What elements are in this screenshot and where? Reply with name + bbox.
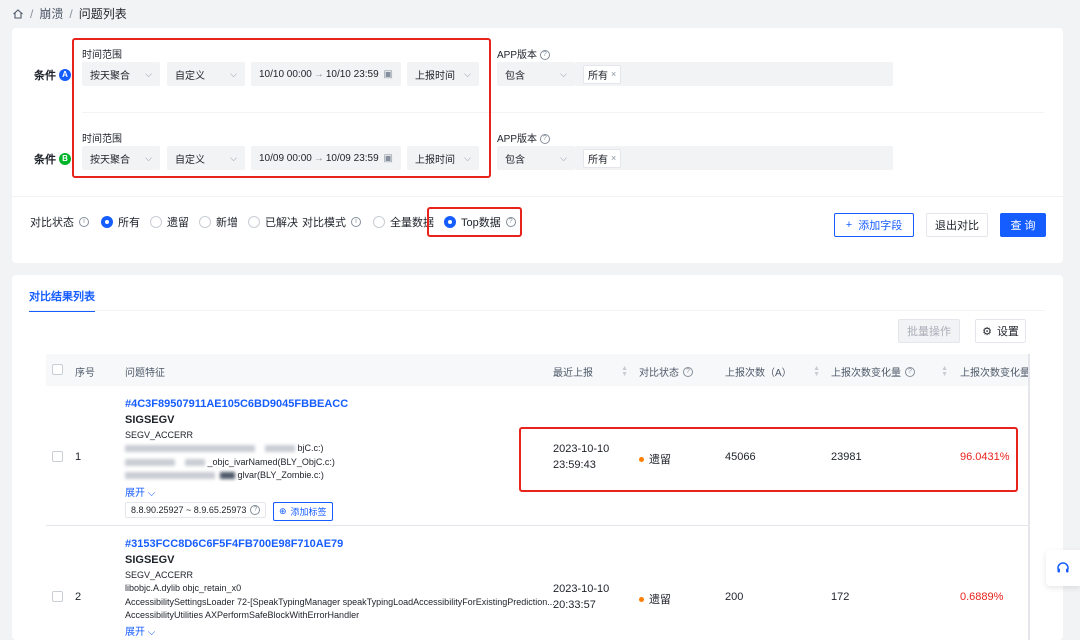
row-index: 1: [75, 451, 82, 463]
sort-icon[interactable]: ▲ ▼: [813, 365, 820, 378]
divider: [12, 196, 1063, 197]
include-select-b[interactable]: 包含 ⌵: [497, 146, 575, 170]
col-count-delta[interactable]: 上报次数变化量? ▲ ▼: [831, 364, 948, 380]
highlight-box-time-range: [72, 38, 491, 178]
radio-legacy[interactable]: 遗留: [150, 214, 189, 230]
issue-hash-link[interactable]: #3153FCC8D6C6F5F4FB700E98F710AE79: [125, 538, 343, 550]
last-report-date: 2023-10-10: [553, 583, 610, 595]
help-icon[interactable]: ?: [905, 366, 915, 377]
plus-icon: +: [845, 219, 853, 231]
exit-compare-button[interactable]: 退出对比: [926, 213, 988, 237]
support-float-button[interactable]: [1046, 550, 1080, 586]
batch-action-button[interactable]: 批量操作: [898, 319, 960, 343]
gear-icon: ⚙: [982, 325, 992, 338]
info-icon[interactable]: i: [351, 217, 361, 227]
breadcrumb-issue-list: 问题列表: [78, 7, 127, 21]
query-button[interactable]: 查 询: [1000, 213, 1046, 237]
issue-code: SEGV_ACCERR: [125, 430, 194, 440]
tab-underline-track: [29, 310, 1045, 311]
compare-status-group: 对比状态 i 所有 遗留 新增 已解决: [30, 214, 308, 230]
info-icon[interactable]: i: [79, 217, 89, 227]
stack-line: glvar(BLY_Zombie.c:): [125, 470, 324, 480]
select-all-checkbox[interactable]: [52, 364, 63, 375]
compare-status-label: 对比状态: [30, 217, 74, 229]
chevron-down-icon: ⌵: [560, 152, 567, 163]
condition-b-label: 条件 B: [34, 151, 71, 167]
version-tag-a: 所有 ×: [583, 64, 622, 84]
row-checkbox[interactable]: [52, 591, 63, 602]
count-delta: 172: [831, 591, 850, 603]
radio-full-data[interactable]: 全量数据: [373, 214, 434, 230]
add-field-button[interactable]: + 添加字段: [834, 213, 914, 237]
issue-code: SEGV_ACCERR: [125, 570, 194, 580]
include-select-a[interactable]: 包含 ⌵: [497, 62, 575, 86]
count-delta-pct: 0.6889%: [960, 591, 1004, 603]
breadcrumb: / 崩溃 / 问题列表: [12, 5, 127, 22]
chevron-down-icon: ⌵: [560, 68, 567, 79]
tab-compare-results[interactable]: 对比结果列表: [29, 288, 95, 312]
version-range-chip: 8.8.90.25927 ~ 8.9.65.25973?: [125, 502, 267, 518]
home-icon[interactable]: [12, 8, 24, 20]
col-compare-status: 对比状态?: [639, 364, 693, 379]
settings-button[interactable]: ⚙ 设置: [975, 319, 1026, 343]
issue-signal: SIGSEGV: [125, 414, 175, 426]
version-input-b[interactable]: 所有 ×: [575, 146, 893, 170]
issue-hash-link[interactable]: #4C3F89507911AE105C6BD9045FBBEACC: [125, 398, 348, 410]
headset-icon: [1057, 562, 1069, 573]
highlight-box-row1: [519, 427, 1018, 492]
help-icon[interactable]: ?: [250, 505, 261, 515]
issue-signal: SIGSEGV: [125, 554, 175, 566]
stack-line: AccessibilitySettingsLoader 72-[SpeakTyp…: [125, 597, 555, 607]
row-index: 2: [75, 591, 82, 603]
close-icon[interactable]: ×: [611, 153, 616, 163]
col-count-a[interactable]: 上报次数（A） ▲ ▼: [725, 364, 820, 380]
sort-icon[interactable]: ▲ ▼: [621, 365, 628, 378]
app-version-label-b: APP版本 ?: [497, 130, 550, 145]
badge-a: A: [59, 69, 71, 81]
stack-line: bjC.c:): [125, 443, 324, 453]
col-feature: 问题特征: [125, 368, 165, 379]
col-count-delta-pct: 上报次数变化量: [960, 368, 1030, 379]
close-icon[interactable]: ×: [611, 69, 616, 79]
expand-link[interactable]: 展开 ⌵: [125, 484, 155, 499]
radio-all[interactable]: 所有: [101, 214, 140, 230]
stack-line: _objc_ivarNamed(BLY_ObjC.c:): [125, 457, 335, 467]
chevron-down-icon: ⌵: [147, 627, 156, 638]
help-icon[interactable]: ?: [539, 134, 550, 145]
version-input-a[interactable]: 所有 ×: [575, 62, 893, 86]
breadcrumb-crash[interactable]: 崩溃: [39, 5, 63, 22]
plus-circle-icon: ⊕: [279, 506, 287, 516]
radio-resolved[interactable]: 已解决: [248, 214, 298, 230]
last-report-time: 20:33:57: [553, 599, 596, 611]
col-index: 序号: [75, 368, 95, 379]
help-icon[interactable]: ?: [683, 366, 693, 377]
status-badge: 遗留: [639, 591, 671, 607]
sort-icon[interactable]: ▲ ▼: [941, 365, 948, 378]
radio-new[interactable]: 新增: [199, 214, 238, 230]
highlight-box-top-data: [427, 207, 522, 237]
chevron-down-icon: ⌵: [147, 488, 156, 499]
badge-b: B: [59, 153, 71, 165]
count-a: 200: [725, 591, 744, 603]
row-checkbox[interactable]: [52, 451, 63, 462]
col-last-report[interactable]: 最近上报 ▲ ▼: [553, 364, 628, 380]
add-tag-button[interactable]: ⊕ 添加标签: [273, 502, 333, 521]
app-version-label-a: APP版本 ?: [497, 46, 550, 61]
compare-mode-label: 对比模式: [302, 217, 346, 229]
condition-a-label: 条件 A: [34, 67, 71, 83]
version-tag-b: 所有 ×: [583, 148, 622, 168]
help-icon[interactable]: ?: [539, 50, 550, 61]
stack-line: libobjc.A.dylib objc_retain_x0: [125, 583, 242, 593]
stack-line: AccessibilityUtilities AXPerformSafeBloc…: [125, 610, 360, 620]
expand-link[interactable]: 展开 ⌵: [125, 623, 155, 638]
